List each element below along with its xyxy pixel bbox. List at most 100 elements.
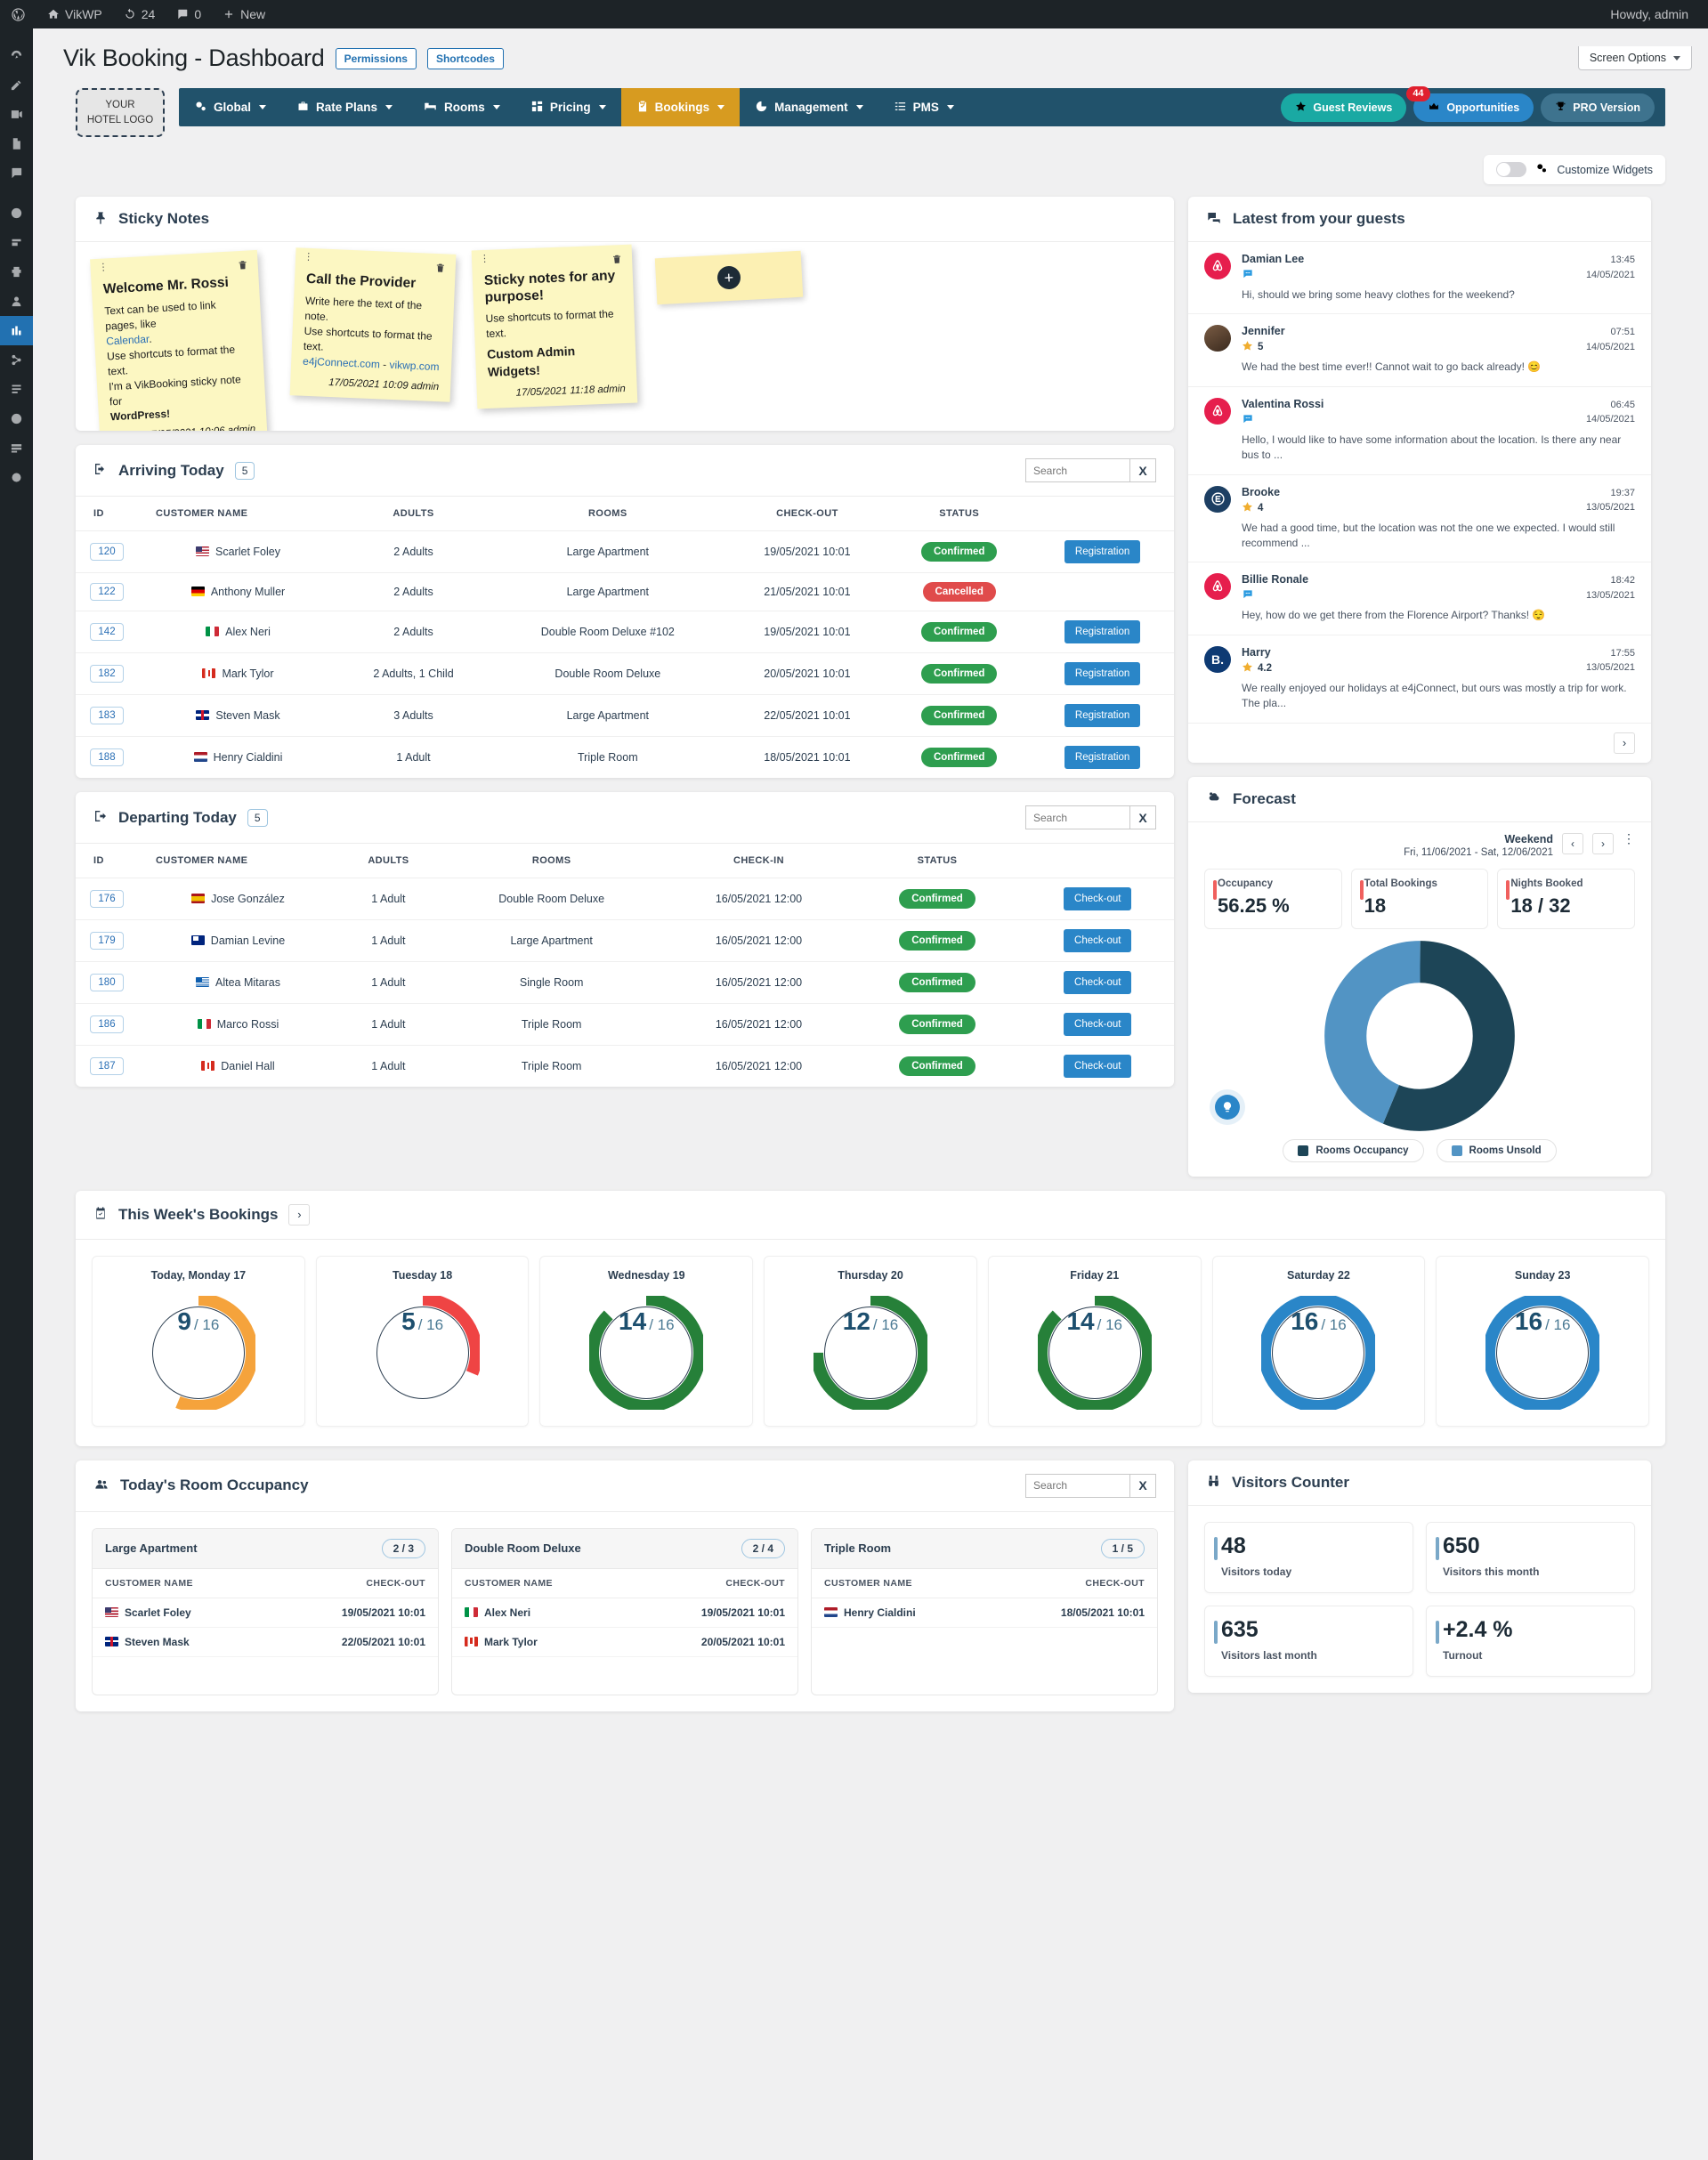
booking-id-badge[interactable]: 176 (90, 890, 124, 908)
nav-item-global[interactable]: Global (179, 88, 281, 126)
delete-icon[interactable] (434, 263, 446, 279)
booking-id-badge[interactable]: 187 (90, 1057, 124, 1075)
table-row[interactable]: 142 Alex Neri 2 Adults Double Room Deluxe #… (76, 611, 1174, 653)
booking-id-badge[interactable]: 120 (90, 543, 124, 561)
table-row[interactable]: 188 Henry Cialdini 1 Adult Triple Room 18/05… (76, 737, 1174, 779)
sticky-note[interactable]: ⋮ Call the Provider Write here the text … (289, 247, 457, 402)
row-action-button[interactable]: Check-out (1064, 887, 1132, 910)
chart-legend-item[interactable]: Rooms Occupancy (1283, 1138, 1424, 1162)
week-day-card[interactable]: Friday 21 14/ 16 (987, 1255, 1202, 1427)
table-row[interactable]: 186 Marco Rossi 1 Adult Triple Room 16/05/20… (76, 1003, 1174, 1046)
shortcodes-button[interactable]: Shortcodes (426, 47, 504, 69)
sidebar-item-comments[interactable] (0, 158, 33, 188)
departing-search-input[interactable] (1025, 805, 1129, 829)
table-row[interactable]: 182 Mark Tylor 2 Adults, 1 Child Double Roo… (76, 652, 1174, 695)
new-content-menu[interactable]: New (212, 0, 276, 28)
guest-feed-item[interactable]: Damian Lee 13:45 14/05/2021 Hi, should we b… (1188, 242, 1651, 315)
sidebar-item-posts[interactable] (0, 70, 33, 100)
forecast-next-button[interactable]: › (1592, 832, 1614, 854)
booking-id-badge[interactable]: 188 (90, 748, 124, 766)
row-action-button[interactable]: Registration (1064, 704, 1141, 727)
week-day-card[interactable]: Wednesday 19 14/ 16 (539, 1255, 754, 1427)
week-next-button[interactable]: › (288, 1203, 311, 1226)
guest-feed-item[interactable]: Brooke 4 19:37 13/05/2021 We had a good time… (1188, 475, 1651, 563)
sticky-note[interactable]: ⋮ Welcome Mr. Rossi Text can be used to … (90, 249, 268, 431)
table-row[interactable]: 179 Damian Levine 1 Adult Large Apartment 16… (76, 919, 1174, 962)
occupancy-row[interactable]: Alex Neri 19/05/2021 10:01 (452, 1598, 797, 1628)
table-row[interactable]: 122 Anthony Muller 2 Adults Large Apartment… (76, 572, 1174, 611)
sticky-note[interactable]: ⋮ Sticky notes for any purpose! Use shor… (471, 244, 638, 409)
nav-item-bookings[interactable]: Bookings (620, 88, 741, 126)
sidebar-item-media[interactable] (0, 100, 33, 129)
updates-menu[interactable]: 24 (113, 0, 166, 28)
sidebar-item-settings[interactable] (0, 375, 33, 404)
screen-options-toggle[interactable]: Screen Options (1577, 46, 1692, 70)
drag-handle-icon[interactable]: ⋮ (304, 252, 313, 263)
arriving-search-input[interactable] (1025, 458, 1129, 482)
guest-feed-item[interactable]: Billie Ronale 18:42 13/05/2021 Hey, how do … (1188, 562, 1651, 635)
chart-legend-item[interactable]: Rooms Unsold (1436, 1138, 1557, 1162)
week-day-card[interactable]: Tuesday 18 5/ 16 (315, 1255, 530, 1427)
arriving-search-clear-button[interactable]: X (1129, 458, 1156, 482)
site-name-menu[interactable]: VikWP (36, 0, 113, 28)
week-day-card[interactable]: Thursday 20 12/ 16 (764, 1255, 977, 1427)
comments-menu[interactable]: 0 (166, 0, 212, 28)
occupancy-search-clear-button[interactable]: X (1129, 1473, 1156, 1498)
drag-handle-icon[interactable]: ⋮ (480, 254, 490, 264)
departing-search-clear-button[interactable]: X (1129, 805, 1156, 829)
customize-widgets-box[interactable]: Customize Widgets (1484, 155, 1665, 184)
row-action-button[interactable]: Registration (1064, 540, 1141, 563)
week-day-card[interactable]: Sunday 23 16/ 16 (1436, 1255, 1650, 1427)
nav-item-pms[interactable]: PMS (878, 88, 969, 126)
guest-reviews-button[interactable]: Guest Reviews (1281, 93, 1407, 122)
sidebar-item-plugins[interactable] (0, 257, 33, 287)
nav-item-pricing[interactable]: Pricing (515, 88, 621, 126)
week-day-card[interactable]: Saturday 22 16/ 16 (1211, 1255, 1426, 1427)
hotel-logo-placeholder[interactable]: YOUR HOTEL LOGO (76, 88, 165, 137)
opportunities-button[interactable]: 44 Opportunities (1406, 85, 1534, 122)
guests-next-button[interactable]: › (1614, 732, 1635, 754)
note-link-e4jconnect[interactable]: e4jConnect.com (303, 354, 380, 370)
nav-item-rate-plans[interactable]: Rate Plans (281, 88, 408, 126)
sidebar-item-seo[interactable] (0, 404, 33, 433)
sidebar-item-vikbooking-engine[interactable] (0, 198, 33, 228)
booking-id-badge[interactable]: 183 (90, 707, 124, 724)
forecast-prev-button[interactable]: ‹ (1562, 832, 1583, 854)
note-link-vikwp[interactable]: vikwp.com (389, 359, 440, 373)
customize-widgets-toggle[interactable] (1496, 162, 1527, 177)
table-row[interactable]: 176 Jose González 1 Adult Double Room Delux… (76, 878, 1174, 920)
delete-icon[interactable] (237, 260, 248, 276)
occupancy-search-input[interactable] (1025, 1473, 1129, 1498)
guest-feed-item[interactable]: B. Harry 4.2 17:55 13/05/2021 We really enjoy… (1188, 635, 1651, 724)
nav-item-management[interactable]: Management (740, 88, 878, 126)
row-action-button[interactable]: Check-out (1064, 929, 1132, 952)
delete-icon[interactable] (611, 254, 623, 269)
booking-id-badge[interactable]: 122 (90, 583, 124, 601)
occupancy-row[interactable]: Mark Tylor 20/05/2021 10:01 (452, 1627, 797, 1657)
note-link-calendar[interactable]: Calendar (106, 333, 150, 348)
row-action-button[interactable]: Check-out (1064, 971, 1132, 994)
sidebar-item-forms[interactable] (0, 433, 33, 463)
sidebar-item-appearance[interactable] (0, 228, 33, 257)
week-day-card[interactable]: Today, Monday 17 9/ 16 (92, 1255, 305, 1427)
row-action-button[interactable]: Registration (1064, 620, 1141, 643)
guest-feed-item[interactable]: Valentina Rossi 06:45 14/05/2021 Hello, I w… (1188, 387, 1651, 475)
sidebar-item-users[interactable] (0, 287, 33, 316)
add-sticky-note-button[interactable]: + (654, 250, 804, 305)
table-row[interactable]: 187 Daniel Hall 1 Adult Triple Room 16/05/20… (76, 1046, 1174, 1088)
guest-feed-item[interactable]: Jennifer 5 07:51 14/05/2021 We had the best … (1188, 314, 1651, 387)
sidebar-item-vikbooking[interactable] (0, 316, 33, 345)
sidebar-item-tools[interactable] (0, 345, 33, 375)
occupancy-row[interactable]: Steven Mask 22/05/2021 10:01 (93, 1627, 438, 1657)
booking-id-badge[interactable]: 182 (90, 665, 124, 683)
nav-item-rooms[interactable]: Rooms (408, 88, 515, 126)
row-action-button[interactable]: Check-out (1064, 1055, 1132, 1078)
occupancy-row[interactable]: Scarlet Foley 19/05/2021 10:01 (93, 1598, 438, 1628)
table-row[interactable]: 183 Steven Mask 3 Adults Large Apartment 22/… (76, 694, 1174, 737)
forecast-more-options-icon[interactable]: ⋮ (1623, 832, 1635, 845)
row-action-button[interactable]: Check-out (1064, 1013, 1132, 1036)
howdy-menu[interactable]: Howdy, admin (1599, 0, 1708, 28)
booking-id-badge[interactable]: 180 (90, 974, 124, 991)
booking-id-badge[interactable]: 179 (90, 932, 124, 950)
booking-id-badge[interactable]: 142 (90, 623, 124, 641)
